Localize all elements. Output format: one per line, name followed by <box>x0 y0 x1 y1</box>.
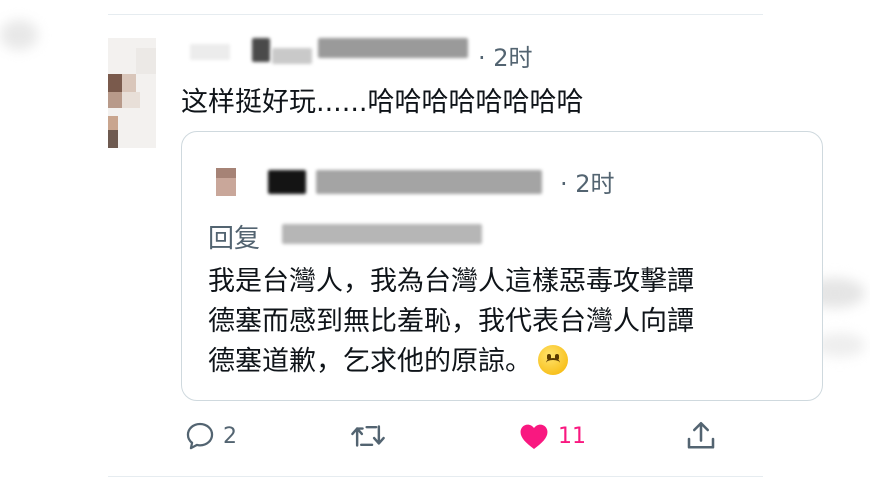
tweet-text: 这样挺好玩......哈哈哈哈哈哈哈哈 <box>181 87 584 118</box>
share-button[interactable] <box>682 414 720 458</box>
author-name-obscured[interactable] <box>190 44 230 60</box>
like-count: 11 <box>558 423 586 449</box>
like-button[interactable]: 11 <box>516 414 586 458</box>
share-icon <box>687 421 715 449</box>
quoted-text-line: 我是台灣人，我為台灣人這樣惡毒攻擊譚 <box>208 266 694 297</box>
author-handle-obscured[interactable] <box>318 38 468 58</box>
quoted-author-name-obscured[interactable] <box>268 170 306 194</box>
edge-blur-left <box>0 20 38 50</box>
quoted-text-line-content: 德塞道歉，乞求他的原諒。 <box>208 346 532 377</box>
quoted-timestamp[interactable]: · 2时 <box>560 164 615 199</box>
tweet-timestamp[interactable]: · 2时 <box>478 38 533 73</box>
reply-count: 2 <box>223 423 237 449</box>
retweet-icon <box>351 425 385 447</box>
reply-icon <box>186 422 214 450</box>
reply-label-text: 回复 <box>208 224 261 254</box>
author-name-obscured[interactable] <box>252 38 270 62</box>
quoted-text-line: 德塞道歉，乞求他的原諒。 <box>208 342 694 382</box>
tweet-action-bar: 2 11 <box>0 414 870 458</box>
author-handle-obscured[interactable] <box>272 48 312 64</box>
reply-to-label: 回复 <box>208 218 260 255</box>
reply-to-handle-obscured[interactable] <box>282 224 482 244</box>
quoted-avatar[interactable] <box>216 168 236 196</box>
retweet-button[interactable] <box>349 414 393 458</box>
divider-bottom <box>108 476 763 477</box>
divider-top <box>108 14 763 15</box>
quoted-author-handle-obscured[interactable] <box>316 170 542 194</box>
quoted-tweet-text: 我是台灣人，我為台灣人這樣惡毒攻擊譚 德塞而感到無比羞恥，我代表台灣人向譚 德塞… <box>208 262 694 382</box>
quoted-text-line: 德塞而感到無比羞恥，我代表台灣人向譚 <box>208 306 694 337</box>
upside-down-face-emoji-icon <box>538 345 568 375</box>
avatar[interactable] <box>108 38 156 148</box>
quoted-tweet-card[interactable]: · 2时 回复 我是台灣人，我為台灣人這樣惡毒攻擊譚 德塞而感到無比羞恥，我代表… <box>181 131 823 401</box>
reply-button[interactable]: 2 <box>183 414 237 458</box>
heart-filled-icon <box>520 424 548 450</box>
